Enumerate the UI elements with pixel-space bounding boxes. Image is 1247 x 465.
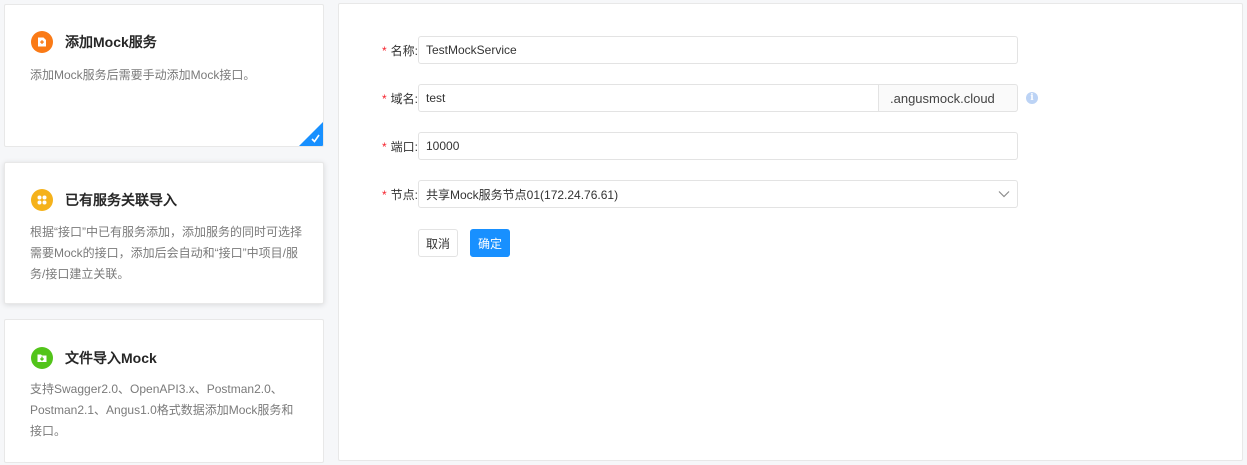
- port-input[interactable]: 10000: [418, 132, 1018, 160]
- card-header: 文件导入Mock: [31, 347, 157, 369]
- card-title: 已有服务关联导入: [65, 192, 177, 208]
- node-select[interactable]: 共享Mock服务节点01(172.24.76.61): [418, 180, 1018, 208]
- add-mock-service-page: 添加Mock服务 添加Mock服务后需要手动添加Mock接口。 已有服务关联导入…: [0, 0, 1247, 465]
- selected-check-icon: [299, 122, 323, 146]
- option-card-file-import[interactable]: 文件导入Mock 支持Swagger2.0、OpenAPI3.x、Postman…: [4, 319, 324, 463]
- name-input[interactable]: TestMockService: [418, 36, 1018, 64]
- mock-service-form: * 名称: TestMockService * 域名: test .angusmoc…: [338, 3, 1243, 461]
- domain-suffix-addon: .angusmock.cloud: [879, 84, 1018, 112]
- node-label: * 节点:: [381, 187, 418, 202]
- card-title: 文件导入Mock: [65, 350, 157, 366]
- form-row-domain: * 域名: test .angusmock.cloud i: [339, 84, 1038, 112]
- form-row-node: * 节点: 共享Mock服务节点01(172.24.76.61): [339, 180, 1018, 208]
- chevron-down-icon: [998, 191, 1010, 198]
- node-select-value: 共享Mock服务节点01(172.24.76.61): [426, 187, 619, 202]
- form-row-port: * 端口: 10000: [339, 132, 1018, 160]
- cancel-button[interactable]: 取消: [418, 229, 458, 257]
- card-header: 添加Mock服务: [31, 31, 157, 53]
- info-icon[interactable]: i: [1026, 92, 1038, 104]
- option-card-import-existing[interactable]: 已有服务关联导入 根据“接口”中已有服务添加，添加服务的同时可选择需要Mock的…: [4, 162, 324, 304]
- domain-label: * 域名:: [381, 91, 418, 106]
- name-label: * 名称:: [381, 43, 418, 58]
- card-description: 支持Swagger2.0、OpenAPI3.x、Postman2.0、Postm…: [30, 382, 294, 438]
- card-description: 根据“接口”中已有服务添加，添加服务的同时可选择需要Mock的接口，添加后会自动…: [30, 225, 302, 281]
- import-file-icon: [31, 347, 53, 369]
- form-row-name: * 名称: TestMockService: [339, 36, 1018, 64]
- card-header: 已有服务关联导入: [31, 189, 177, 211]
- add-file-icon: [31, 31, 53, 53]
- domain-input[interactable]: test: [418, 84, 879, 112]
- apps-grid-icon: [31, 189, 53, 211]
- confirm-button[interactable]: 确定: [470, 229, 510, 257]
- port-label: * 端口:: [381, 139, 418, 154]
- card-description: 添加Mock服务后需要手动添加Mock接口。: [30, 68, 256, 82]
- option-card-add-mock[interactable]: 添加Mock服务 添加Mock服务后需要手动添加Mock接口。: [4, 4, 324, 147]
- card-title: 添加Mock服务: [65, 34, 157, 50]
